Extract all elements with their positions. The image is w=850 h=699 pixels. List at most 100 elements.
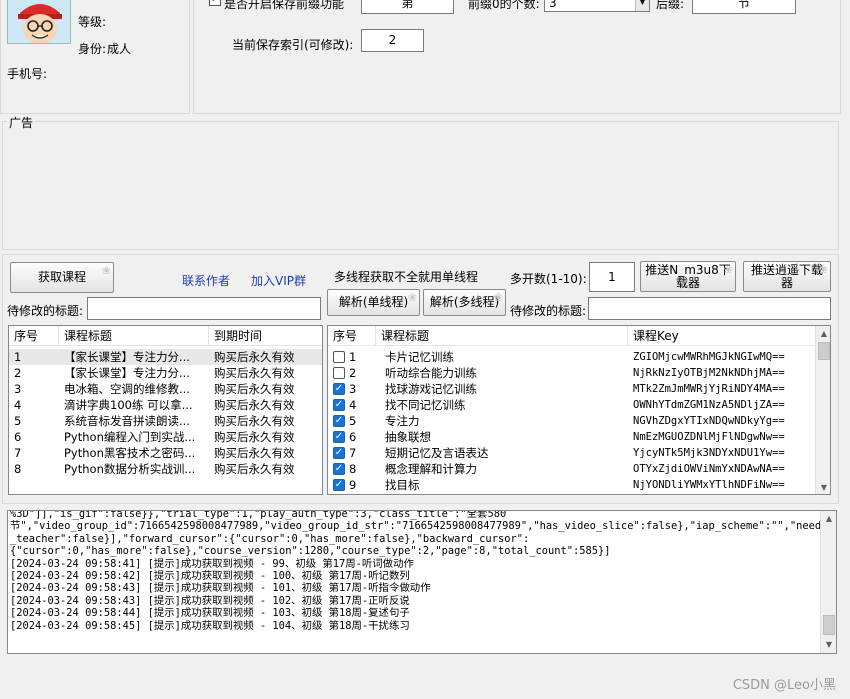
prefix-digits-value: 3 xyxy=(549,0,557,10)
fetch-courses-button[interactable]: 获取课程 ❀ xyxy=(10,262,114,293)
row-key: YjcyNTk5Mjk3NDYxNDU1Yw== xyxy=(633,447,785,459)
fetch-courses-label: 获取课程 xyxy=(37,270,86,284)
contact-author-link[interactable]: 联系作者 xyxy=(182,272,230,289)
row-key: NjRkNzIyOTBjM2NkNDhjMA== xyxy=(633,367,785,379)
row-title: Python数据分析实战训... xyxy=(64,462,196,476)
row-expiry: 购买后永久有效 xyxy=(214,414,295,428)
row-key: MTk2ZmJmMWRjYjRiNDY4MA== xyxy=(633,383,785,395)
row-title: 短期记忆及言语表达 xyxy=(385,446,489,460)
right-table-header: 序号 课程标题 课程Key xyxy=(328,326,816,346)
row-index: 10 xyxy=(344,493,376,494)
log-output[interactable]: %3D"]],"is_gif":false}},"trial_type":1,"… xyxy=(7,510,837,654)
log-line: [2024-03-24 09:58:43] [提示]成功获取到视频 - 102、… xyxy=(10,594,410,607)
table-row[interactable]: ✓ 7 短期记忆及言语表达 YjcyNTk5Mjk3NDYxNDU1Yw== xyxy=(328,445,815,461)
concurrency-input[interactable]: 1 xyxy=(589,262,635,292)
row-index: 5 xyxy=(349,414,357,428)
log-line: 节","video_group_id":7166542598008477989,… xyxy=(10,520,837,533)
swirl-icon: ❀ xyxy=(101,264,111,277)
header-key[interactable]: 课程Key xyxy=(628,326,816,346)
log-line: _teacher":false}],"forward_cursor":{"cur… xyxy=(10,532,530,545)
row-expiry: 购买后永久有效 xyxy=(214,462,295,476)
log-scrollbar[interactable]: ▲ ▼ xyxy=(820,511,836,653)
row-index: 4 xyxy=(349,398,357,412)
left-title-edit-label: 待修改的标题: xyxy=(7,304,84,318)
table-row[interactable]: ✓ 3 找球游戏记忆训练 MTk2ZmJmMWRjYjRiNDY4MA== xyxy=(328,381,815,397)
scroll-thumb[interactable] xyxy=(818,342,830,360)
table-row[interactable]: ✓ 6 抽象联想 NmEzMGUOZDNlMjFlNDgwNw== xyxy=(328,429,815,445)
table-row[interactable]: ✓ 4 找不同记忆训练 OWNhYTdmZGM1NzA5NDljZA== xyxy=(328,397,815,413)
ad-label: 广告 xyxy=(7,114,36,131)
log-line: %3D"]],"is_gif":false}},"trial_type":1,"… xyxy=(10,510,507,520)
left-title-edit-input[interactable] xyxy=(87,297,321,320)
row-title: 系统音标发音拼读朗读... xyxy=(64,414,190,428)
row-index: 2 xyxy=(14,366,22,380)
right-lesson-table[interactable]: 序号 课程标题 课程Key 1 卡片记忆训练 ZGIOMjcwMWRhMGJkNGI… xyxy=(327,325,831,495)
table-row[interactable]: 1 卡片记忆训练 ZGIOMjcwMWRhMGJkNGIwMQ== xyxy=(328,349,815,365)
row-title: 【家长课堂】专注力分... xyxy=(64,350,190,364)
scroll-up-icon[interactable]: ▲ xyxy=(816,326,830,342)
header-index[interactable]: 序号 xyxy=(328,326,376,346)
table-row[interactable]: 2 听动综合能力训练 NjRkNzIyOTBjM2NkNDhjMA== xyxy=(328,365,815,381)
scroll-down-icon[interactable]: ▼ xyxy=(816,480,830,494)
table-row[interactable]: ✓ 5 专注力 NGVhZDgxYTIxNDQwNDkyYg== xyxy=(328,413,815,429)
row-index: 3 xyxy=(14,382,22,396)
row-index: 3 xyxy=(349,382,357,396)
row-expiry: 购买后永久有效 xyxy=(214,446,295,460)
suffix-label: 后缀: xyxy=(656,0,685,11)
parse-multi-button[interactable]: 解析(多线程) ❀ xyxy=(423,289,506,316)
row-index: 9 xyxy=(349,478,357,492)
row-title: 听动综合能力训练 xyxy=(385,366,477,380)
parse-single-button[interactable]: 解析(单线程) ❀ xyxy=(327,289,420,316)
row-title: 找目标 xyxy=(385,478,420,492)
scroll-thumb[interactable] xyxy=(823,615,835,635)
push-xiaoyao-button[interactable]: 推送逍遥下载器 ❀ xyxy=(743,261,831,292)
identity-value: 成人 xyxy=(107,42,132,56)
level-label: 等级: xyxy=(78,15,107,29)
scroll-up-icon[interactable]: ▲ xyxy=(821,511,836,527)
avatar-cartoon-icon xyxy=(8,0,70,43)
row-index: 8 xyxy=(349,462,357,476)
row-index: 5 xyxy=(14,414,22,428)
table-row[interactable]: ✓ 9 找目标 NjYONDliYWMxYTlhNDFiNw== xyxy=(328,477,815,493)
table-row[interactable]: 8 Python数据分析实战训... 购买后永久有效 xyxy=(9,461,322,477)
current-index-input[interactable]: 2 xyxy=(361,29,424,52)
row-key: NGVhZDgxYTIxNDQwNDkyYg== xyxy=(633,415,785,427)
right-table-scrollbar[interactable]: ▲ ▼ xyxy=(815,326,830,494)
table-row[interactable]: 1 【家长课堂】专注力分... 购买后永久有效 xyxy=(9,349,322,365)
row-index: 7 xyxy=(349,446,357,460)
log-line: [2024-03-24 09:58:45] [提示]成功获取到视频 - 104、… xyxy=(10,619,410,632)
scroll-down-icon[interactable]: ▼ xyxy=(821,637,836,653)
left-course-table[interactable]: 序号 课程标题 到期时间 1 【家长课堂】专注力分... 购买后永久有效 2 【家长课堂… xyxy=(8,325,323,495)
ad-panel xyxy=(2,121,839,250)
avatar xyxy=(7,0,71,44)
table-row[interactable]: 2 【家长课堂】专注力分... 购买后永久有效 xyxy=(9,365,322,381)
right-title-edit-input[interactable] xyxy=(588,297,831,320)
row-expiry: 购买后永久有效 xyxy=(214,366,295,380)
table-row[interactable]: 6 Python编程入门到实战... 购买后永久有效 xyxy=(9,429,322,445)
table-row[interactable]: 5 系统音标发音拼读朗读... 购买后永久有效 xyxy=(9,413,322,429)
prefix-digits-select[interactable]: 3 ▼ xyxy=(544,0,650,12)
log-line: {"cursor":0,"has_more":false},"course_ve… xyxy=(10,545,611,558)
join-vip-link[interactable]: 加入VIP群 xyxy=(251,272,306,289)
header-index[interactable]: 序号 xyxy=(9,326,59,346)
row-key: OTYxZjdiOWViNmYxNDAwNA== xyxy=(633,463,785,475)
right-title-edit-label: 待修改的标题: xyxy=(510,304,587,318)
header-title[interactable]: 课程标题 xyxy=(376,326,628,346)
row-key: NjYONDliYWMxYTlhNDFiNw== xyxy=(633,479,785,491)
row-index: 6 xyxy=(349,430,357,444)
header-title[interactable]: 课程标题 xyxy=(59,326,209,346)
table-row[interactable]: 7 Python黑客技术之密码... 购买后永久有效 xyxy=(9,445,322,461)
table-row[interactable]: 4 滴讲字典100练 可以拿... 购买后永久有效 xyxy=(9,397,322,413)
chevron-down-icon[interactable]: ▼ xyxy=(635,0,649,11)
prefix-input[interactable]: 第 xyxy=(361,0,454,14)
table-row[interactable]: 3 电冰箱、空调的维修教... 购买后永久有效 xyxy=(9,381,322,397)
table-row[interactable]: ✓10选择性专注力MWNhMzEzNGRhOTcxNDRjOA== xyxy=(328,493,815,494)
push-m3u8-button[interactable]: 推送N_m3u8下载器 ❀ xyxy=(640,261,736,292)
prefix-option-checkbox[interactable]: ✓ xyxy=(209,0,221,6)
row-expiry: 购买后永久有效 xyxy=(214,382,295,396)
phone-label: 手机号: xyxy=(7,67,48,81)
suffix-input[interactable]: 节 xyxy=(692,0,796,14)
row-title: 【家长课堂】专注力分... xyxy=(64,366,190,380)
header-expiry[interactable]: 到期时间 xyxy=(209,326,322,346)
table-row[interactable]: ✓ 8 概念理解和计算力 OTYxZjdiOWViNmYxNDAwNA== xyxy=(328,461,815,477)
